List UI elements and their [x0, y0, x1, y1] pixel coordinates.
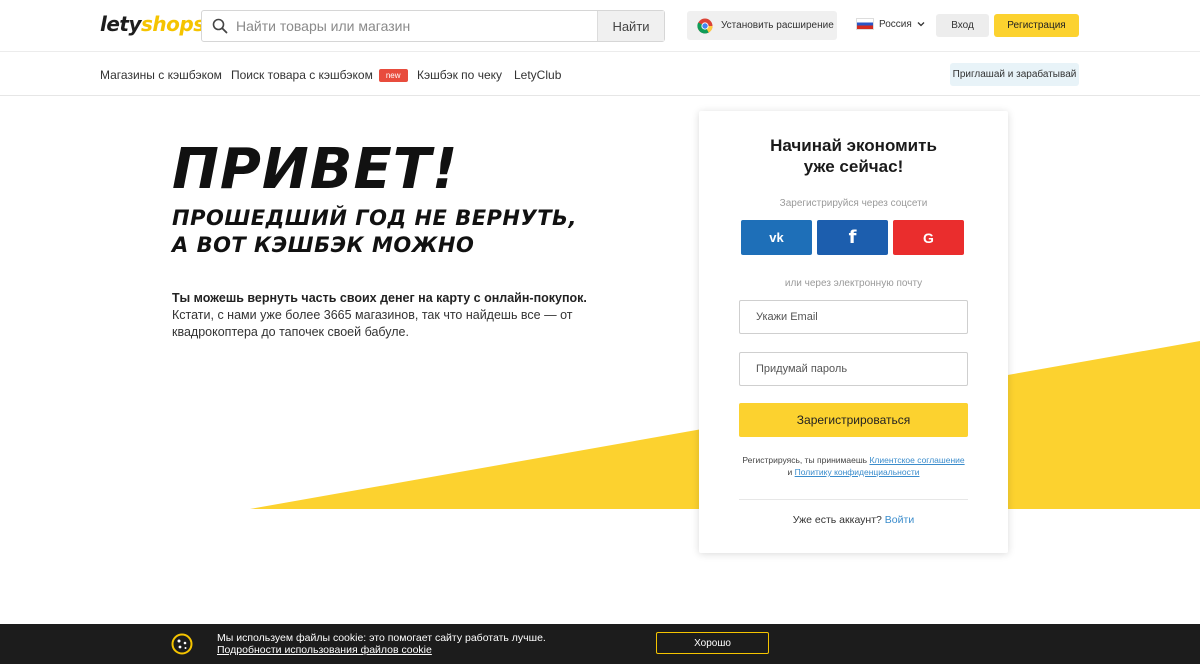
header: letyshops Найти Установить расширение [0, 0, 1200, 52]
hero-subtitle-line2: А ВОТ КЭШБЭК МОЖНО [172, 233, 475, 257]
hero-title: ПРИВЕТ! [172, 137, 459, 202]
google-icon: G [923, 229, 934, 246]
invite-and-earn-button[interactable]: Приглашай и зарабатывай [950, 63, 1079, 86]
chevron-down-icon [917, 22, 925, 27]
register-submit-button[interactable]: Зарегистрироваться [739, 403, 968, 437]
cookie-accept-button[interactable]: Хорошо [656, 632, 769, 654]
cookie-text: Мы используем файлы cookie: это помогает… [217, 632, 546, 656]
signup-card: Начинай экономить уже сейчас! Зарегистри… [699, 111, 1008, 553]
logo-text-lety: lety [100, 12, 142, 36]
install-extension-label: Установить расширение [721, 20, 834, 31]
facebook-signup-button[interactable]: f [817, 220, 888, 255]
facebook-icon: f [848, 227, 857, 248]
cookie-message: Мы используем файлы cookie: это помогает… [217, 632, 546, 644]
hero-description: Ты можешь вернуть часть своих денег на к… [172, 290, 592, 341]
client-agreement-link[interactable]: Клиентское соглашение [869, 455, 964, 465]
terms-prefix: Регистрируясь, ты принимаешь [742, 455, 868, 465]
logo-text-shops: shops [141, 12, 205, 36]
email-signup-label: или через электронную почту [784, 278, 923, 289]
register-button[interactable]: Регистрация [994, 14, 1079, 37]
search-button[interactable]: Найти [597, 11, 664, 41]
have-account-row: Уже есть аккаунт? Войти [699, 514, 1008, 526]
signup-title: Начинай экономить уже сейчас! [699, 135, 1008, 177]
nav-item-stores-cashback[interactable]: Магазины с кэшбэком [100, 68, 222, 82]
nav-item-letyclub[interactable]: LetyClub [514, 68, 561, 82]
vk-signup-button[interactable]: vk [741, 220, 812, 255]
nav-item-product-search[interactable]: Поиск товара с кэшбэком new [231, 68, 408, 82]
new-badge: new [378, 69, 408, 82]
install-extension-button[interactable]: Установить расширение [687, 11, 837, 40]
chrome-icon [697, 18, 713, 34]
country-label: Россия [879, 18, 912, 30]
hero-lead-text: Ты можешь вернуть часть своих денег на к… [172, 291, 587, 305]
email-field[interactable] [739, 300, 968, 334]
nav-item-receipt-cashback[interactable]: Кэшбэк по чеку [417, 68, 502, 82]
signup-title-line1: Начинай экономить [770, 136, 937, 155]
card-divider [739, 499, 968, 500]
cookie-banner: Мы используем файлы cookie: это помогает… [0, 624, 1200, 664]
login-link[interactable]: Войти [885, 514, 914, 526]
signup-title-line2: уже сейчас! [803, 157, 904, 176]
privacy-policy-link[interactable]: Политику конфиденциальности [795, 467, 920, 477]
cookie-icon [171, 633, 193, 655]
password-field[interactable] [739, 352, 968, 386]
terms-text: Регистрируясь, ты принимаешь Клиентское … [739, 454, 968, 478]
nav-item-product-search-label: Поиск товара с кэшбэком [231, 68, 373, 82]
hero-subtitle: ПРОШЕДШИЙ ГОД НЕ ВЕРНУТЬ, А ВОТ КЭШБЭК М… [172, 205, 577, 259]
search-input[interactable] [236, 11, 596, 41]
have-account-text: Уже есть аккаунт? [792, 514, 882, 526]
terms-and: и [787, 467, 793, 477]
login-button[interactable]: Вход [936, 14, 989, 37]
search-box: Найти [201, 10, 665, 42]
hero-body-text: Кстати, с нами уже более 3665 магазинов,… [172, 308, 573, 339]
main-nav: Магазины с кэшбэком Поиск товара с кэшбэ… [0, 53, 1200, 96]
vk-icon: vk [769, 230, 784, 245]
cookie-details-link[interactable]: Подробности использования файлов cookie [217, 644, 546, 656]
social-signup-label: Зарегистрируйся через соцсети [779, 198, 928, 209]
google-signup-button[interactable]: G [893, 220, 964, 255]
search-icon [212, 18, 228, 34]
country-selector[interactable]: Россия [856, 18, 925, 30]
russia-flag-icon [856, 18, 874, 30]
letyshops-logo[interactable]: letyshops [100, 12, 205, 36]
hero-subtitle-line1: ПРОШЕДШИЙ ГОД НЕ ВЕРНУТЬ, [172, 206, 578, 230]
page: letyshops Найти Установить расширение [0, 0, 1200, 664]
